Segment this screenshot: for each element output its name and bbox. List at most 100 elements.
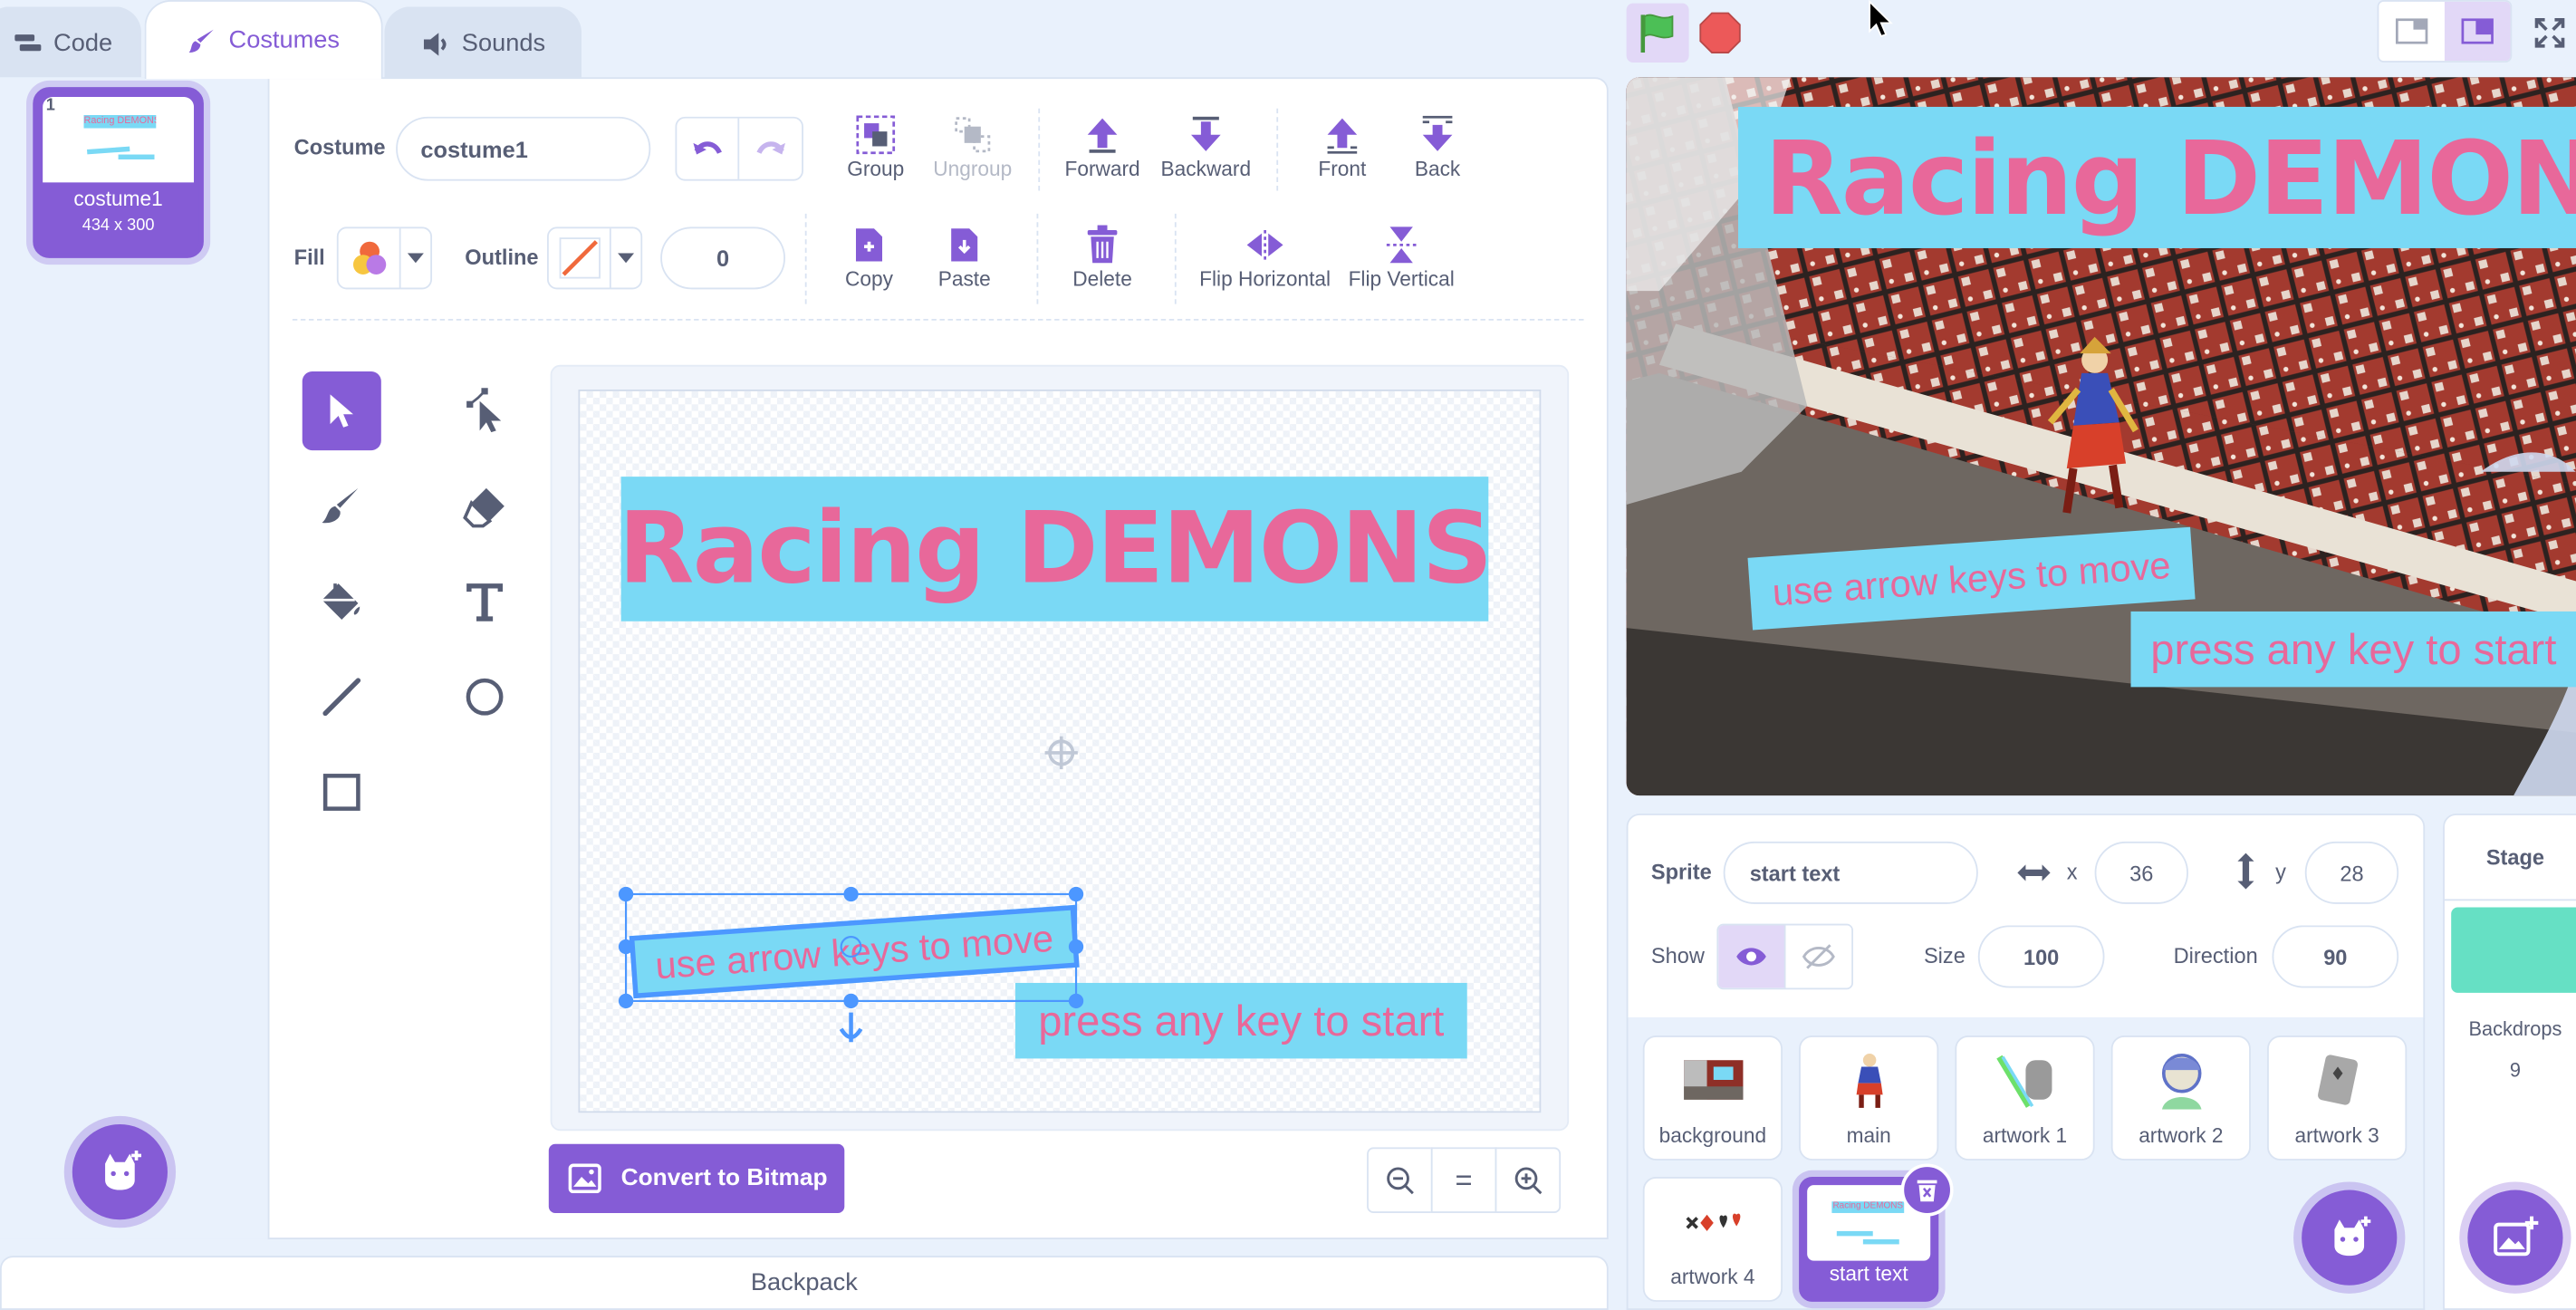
fill-swatch: [339, 228, 401, 288]
toolbar-bottom-divider: [292, 318, 1584, 321]
outline-color-picker[interactable]: [546, 226, 643, 290]
convert-to-bitmap-button[interactable]: Convert to Bitmap: [548, 1143, 845, 1213]
sprite-tile[interactable]: artwork 3: [2267, 1035, 2408, 1161]
x-input[interactable]: 36: [2094, 841, 2188, 904]
costume-name-input[interactable]: costume1: [396, 116, 651, 181]
toolbar-divider: [1276, 108, 1279, 191]
circle-icon: [466, 678, 504, 716]
green-flag-button[interactable]: [1626, 3, 1689, 63]
costume-tile[interactable]: Racing DEMONS 1 costume1 434 x 300: [33, 87, 204, 258]
sprite-tile[interactable]: artwork 2: [2110, 1035, 2251, 1161]
text-t-icon: [466, 583, 504, 621]
outline-label: Outline: [465, 245, 539, 270]
stage[interactable]: Racing DEMONS use arrow keys to move pre…: [1626, 77, 2576, 796]
mouse-cursor-icon: [1869, 0, 1893, 38]
paint-canvas[interactable]: Racing DEMONS press any key to start use…: [578, 389, 1542, 1113]
copy-icon: [855, 228, 883, 262]
flip-horizontal-button[interactable]: Flip Horizontal: [1189, 222, 1341, 291]
sprite-thumbnail: [1855, 1053, 1882, 1108]
sprite-thumbnail: [2161, 1053, 2201, 1110]
show-label: Show: [1650, 943, 1705, 968]
large-stage-button[interactable]: [2444, 1, 2511, 62]
paste-button[interactable]: Paste: [907, 222, 1022, 291]
trash-icon: [1917, 1180, 1937, 1202]
sprite-tile[interactable]: artwork 1: [1955, 1035, 2095, 1161]
tab-sounds-label: Sounds: [461, 29, 546, 58]
tab-costumes[interactable]: Costumes: [144, 0, 383, 80]
zoom-out-button[interactable]: [1367, 1147, 1433, 1213]
brush-tool[interactable]: [303, 467, 381, 545]
delete-button[interactable]: Delete: [1045, 222, 1160, 291]
tab-sounds[interactable]: Sounds: [384, 6, 582, 80]
choose-sprite-button[interactable]: [2302, 1190, 2398, 1286]
brush-icon: [322, 487, 359, 524]
outline-swatch: [549, 228, 611, 288]
sprite-thumbnail: [1683, 1060, 1743, 1100]
line-icon: [322, 678, 361, 717]
caret-down-icon: [407, 253, 424, 264]
eraser-icon: [463, 487, 505, 528]
text-tool[interactable]: [446, 562, 524, 641]
backpack[interactable]: Backpack: [0, 1256, 1609, 1310]
outline-width-input[interactable]: 0: [660, 226, 785, 290]
ungroup-button[interactable]: Ungroup: [915, 111, 1030, 181]
sprite-tile[interactable]: artwork 4: [1642, 1177, 1783, 1302]
flip-vertical-button[interactable]: Flip Vertical: [1344, 222, 1459, 291]
size-input[interactable]: 100: [1977, 925, 2105, 988]
stage-size-toggle: [2377, 0, 2513, 63]
circle-tool[interactable]: [446, 658, 524, 737]
choose-costume-button[interactable]: [72, 1123, 168, 1220]
line-tool[interactable]: [303, 658, 381, 737]
undo-redo-group: [675, 116, 803, 181]
redo-button[interactable]: [739, 119, 802, 179]
stop-button[interactable]: [1698, 12, 1741, 54]
thumbnail-title: Racing DEMONS: [83, 115, 157, 129]
backdrops-label: Backdrops: [2468, 1017, 2562, 1041]
show-hidden-button[interactable]: [1785, 925, 1852, 988]
rectangle-tool[interactable]: [303, 753, 381, 832]
rotate-handle: [839, 1012, 863, 1043]
fill-tool[interactable]: [303, 562, 381, 641]
tab-code[interactable]: Code: [0, 6, 141, 80]
backpack-label: Backpack: [750, 1268, 858, 1297]
tab-code-label: Code: [53, 29, 113, 58]
choose-backdrop-button[interactable]: [2467, 1190, 2563, 1286]
toolbar-divider: [804, 213, 807, 304]
fill-label: Fill: [293, 245, 325, 270]
fullscreen-icon[interactable]: [2533, 16, 2566, 49]
ungroup-label: Ungroup: [933, 158, 1013, 181]
undo-button[interactable]: [677, 118, 740, 179]
backward-button[interactable]: Backward: [1149, 111, 1264, 181]
sprite-name-label: Sprite: [1650, 859, 1712, 885]
code-icon: [14, 34, 41, 51]
forward-label: Forward: [1064, 158, 1140, 181]
trash-icon: [1087, 225, 1118, 264]
undo-icon: [692, 140, 722, 154]
delete-sprite-button[interactable]: [1900, 1163, 1954, 1217]
y-input[interactable]: 28: [2304, 841, 2399, 904]
reshape-tool[interactable]: [446, 371, 524, 450]
forward-button[interactable]: Forward: [1045, 111, 1160, 181]
image-icon: [568, 1163, 601, 1194]
fill-color-picker[interactable]: [336, 226, 433, 290]
selection-handle: [1068, 939, 1084, 955]
cat-plus-icon: [105, 1151, 141, 1190]
sprite-tile[interactable]: main: [1799, 1035, 1939, 1161]
sprite-tile[interactable]: background: [1642, 1035, 1783, 1161]
cat-plus-icon: [2334, 1216, 2371, 1257]
small-stage-button[interactable]: [2379, 2, 2445, 61]
zoom-in-button[interactable]: [1495, 1147, 1562, 1213]
costume-size: 434 x 300: [82, 217, 155, 236]
zoom-reset-button[interactable]: =: [1430, 1147, 1497, 1213]
canvas-title-text[interactable]: Racing DEMONS: [619, 477, 1493, 621]
fill-dropdown[interactable]: [401, 228, 431, 287]
direction-input[interactable]: 90: [2272, 925, 2399, 988]
select-tool[interactable]: [302, 371, 381, 451]
outline-dropdown[interactable]: [611, 228, 641, 287]
flip-vertical-icon: [1386, 226, 1417, 264]
eraser-tool[interactable]: [446, 467, 524, 545]
sprite-name-input[interactable]: start text: [1723, 841, 1978, 904]
back-button[interactable]: Back: [1380, 111, 1495, 181]
show-visible-button[interactable]: [1718, 925, 1786, 988]
toolbar-divider: [1038, 108, 1041, 191]
